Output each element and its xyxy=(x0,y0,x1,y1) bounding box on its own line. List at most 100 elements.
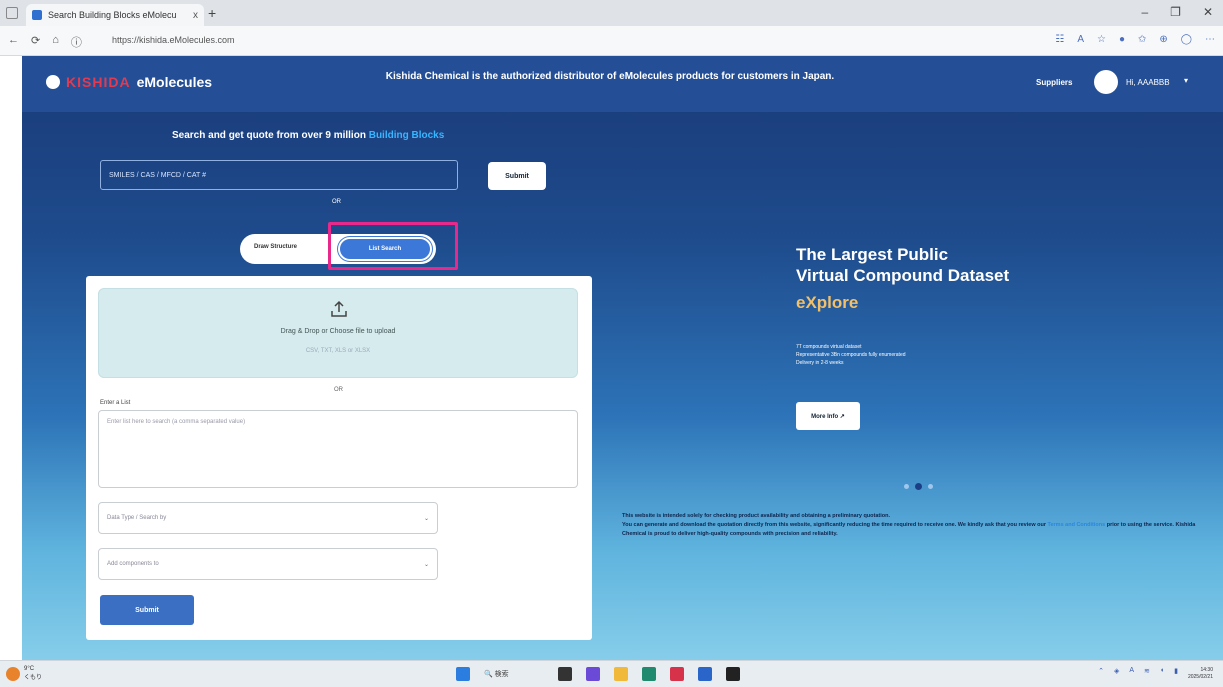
store-icon[interactable] xyxy=(698,667,712,681)
carousel-dot[interactable] xyxy=(904,484,909,489)
site-logo[interactable]: KISHIDA eMolecules xyxy=(46,74,212,90)
clock-time: 14:30 xyxy=(1200,667,1213,673)
browser-tab-bar: Search Building Blocks eMolecu x + – ❐ ✕ xyxy=(0,0,1223,26)
app-icon[interactable] xyxy=(670,667,684,681)
or-divider: OR xyxy=(334,387,343,393)
taskbar-apps: 🔍 検索 xyxy=(456,667,740,681)
data-type-select[interactable]: Data Type / Search by ⌄ xyxy=(98,502,438,534)
logo-product: eMolecules xyxy=(136,74,213,90)
building-blocks-link[interactable]: Building Blocks xyxy=(369,130,445,141)
weather-icon xyxy=(6,666,20,681)
highlight-box xyxy=(328,222,458,270)
new-tab-button[interactable]: + xyxy=(208,5,216,21)
clock-date: 2025/02/21 xyxy=(1187,674,1213,680)
read-aloud-icon[interactable]: A xyxy=(1077,34,1084,45)
add-components-placeholder: Add components to xyxy=(107,561,159,567)
tab-close-icon[interactable]: x xyxy=(193,10,198,21)
site-info-icon[interactable]: ⓘ xyxy=(71,34,82,50)
search-heading: Search and get quote from over 9 million… xyxy=(172,130,444,141)
browser-tab[interactable]: Search Building Blocks eMolecu x xyxy=(26,4,204,26)
ime-icon[interactable]: A xyxy=(1129,667,1134,681)
nav-buttons: ← ⟳ ⌂ ⓘ xyxy=(8,34,82,50)
data-type-placeholder: Data Type / Search by xyxy=(107,515,167,521)
logo-mark-icon xyxy=(46,75,60,89)
hero-accent: eXplore xyxy=(796,293,859,312)
list-label: Enter a List xyxy=(100,400,131,406)
battery-icon[interactable]: ▮ xyxy=(1174,667,1178,681)
disclaimer-line1: This website is intended solely for chec… xyxy=(622,513,891,519)
user-greeting[interactable]: Hi, AAABBB xyxy=(1126,78,1170,87)
reload-icon[interactable]: ⟳ xyxy=(31,34,40,50)
window-controls: – ❐ ✕ xyxy=(1141,5,1213,19)
favicon-icon xyxy=(32,10,42,20)
hero-desc-line: Representative 3Bn compounds fully enume… xyxy=(796,352,906,358)
edge-icon[interactable] xyxy=(642,667,656,681)
wifi-icon[interactable]: ≋ xyxy=(1144,667,1150,681)
system-tray: ⌃ ◈ A ≋ ◖ ▮ 14:30 2025/02/21 xyxy=(1098,667,1213,681)
distributor-banner: Kishida Chemical is the authorized distr… xyxy=(385,71,835,82)
favorites-icon[interactable]: ✩ xyxy=(1138,34,1146,45)
hero-desc-line: 7T compounds virtual dataset xyxy=(796,344,862,350)
list-search-card: Drag & Drop or Choose file to upload CSV… xyxy=(86,276,592,640)
taskbar-search-label: 検索 xyxy=(494,671,509,678)
dropzone-formats: CSV, TXT, XLS or XLSX xyxy=(305,348,371,354)
upload-icon xyxy=(331,300,347,317)
menu-icon[interactable]: ⋯ xyxy=(1205,34,1215,45)
star-icon[interactable]: ☆ xyxy=(1097,34,1106,45)
hero-desc-line: Delivery in 2-8 weeks xyxy=(796,360,844,366)
reader-icon[interactable]: ☷ xyxy=(1055,34,1064,45)
dropzone-title: Drag & Drop or Choose file to upload xyxy=(280,328,396,335)
terms-link[interactable]: Terms and Conditions xyxy=(1048,522,1106,528)
sidebar-toggle-icon[interactable] xyxy=(6,7,18,19)
chevron-down-icon: ⌄ xyxy=(423,515,429,522)
or-divider: OR xyxy=(332,199,341,205)
avatar[interactable] xyxy=(1094,70,1118,94)
profile-icon[interactable]: ◯ xyxy=(1181,34,1192,45)
search-input[interactable]: SMILES / CAS / MFCD / CAT # xyxy=(100,160,458,190)
close-window-icon[interactable]: ✕ xyxy=(1203,5,1213,19)
add-components-select[interactable]: Add components to ⌄ xyxy=(98,548,438,580)
task-view-icon[interactable] xyxy=(558,667,572,681)
web-page: KISHIDA eMolecules Kishida Chemical is t… xyxy=(22,56,1223,660)
list-textarea[interactable]: Enter list here to search (a comma separ… xyxy=(98,410,578,488)
taskbar-search[interactable]: 🔍 検索 xyxy=(484,669,544,679)
disclaimer: This website is intended solely for chec… xyxy=(622,512,1218,539)
terminal-icon[interactable] xyxy=(726,667,740,681)
list-submit-button[interactable]: Submit xyxy=(100,595,194,625)
windows-start-icon[interactable] xyxy=(456,667,470,681)
carousel-dots xyxy=(904,483,933,490)
more-info-button[interactable]: More Info ↗ xyxy=(796,402,860,430)
disclaimer-text: You can generate and download the quotat… xyxy=(622,522,1046,528)
volume-icon[interactable]: ◖ xyxy=(1160,667,1164,681)
clock[interactable]: 14:30 2025/02/21 xyxy=(1188,667,1213,681)
browser-toolbar-icons: ☷ A ☆ ● ✩ ⊕ ◯ ⋯ xyxy=(1055,34,1215,45)
file-dropzone[interactable]: Drag & Drop or Choose file to upload CSV… xyxy=(98,288,578,378)
site-header: KISHIDA eMolecules Kishida Chemical is t… xyxy=(22,56,1223,112)
suppliers-link[interactable]: Suppliers xyxy=(1036,78,1072,87)
search-submit-button[interactable]: Submit xyxy=(488,162,546,190)
chevron-down-icon[interactable]: ▾ xyxy=(1184,76,1188,85)
chevron-down-icon: ⌄ xyxy=(423,561,429,568)
hero-title-line2: Virtual Compound Dataset xyxy=(796,266,1010,285)
draw-structure-tab[interactable]: Draw Structure xyxy=(254,244,297,250)
search-heading-text: Search and get quote from over 9 million xyxy=(172,130,366,141)
weather-widget[interactable]: 9°C くもり xyxy=(6,666,42,681)
home-icon[interactable]: ⌂ xyxy=(52,34,59,50)
carousel-dot[interactable] xyxy=(928,484,933,489)
carousel-dot[interactable] xyxy=(915,483,922,490)
widgets-icon[interactable] xyxy=(586,667,600,681)
back-icon[interactable]: ← xyxy=(8,34,19,50)
file-explorer-icon[interactable] xyxy=(614,667,628,681)
logo-brand: KISHIDA xyxy=(66,74,131,90)
tray-chevron-icon[interactable]: ⌃ xyxy=(1098,667,1104,681)
hero-title: The Largest Public Virtual Compound Data… xyxy=(796,244,1009,286)
minimize-icon[interactable]: – xyxy=(1141,5,1148,19)
collections-icon[interactable]: ⊕ xyxy=(1159,34,1167,45)
url-field[interactable]: https://kishida.eMolecules.com xyxy=(112,35,235,45)
disclaimer-line2: You can generate and download the quotat… xyxy=(622,521,1218,539)
maximize-icon[interactable]: ❐ xyxy=(1170,5,1181,19)
network-icon[interactable]: ◈ xyxy=(1114,667,1119,681)
extension-icon[interactable]: ● xyxy=(1119,34,1125,45)
tab-title: Search Building Blocks eMolecu xyxy=(48,10,177,20)
weather-desc: くもり xyxy=(24,675,43,681)
